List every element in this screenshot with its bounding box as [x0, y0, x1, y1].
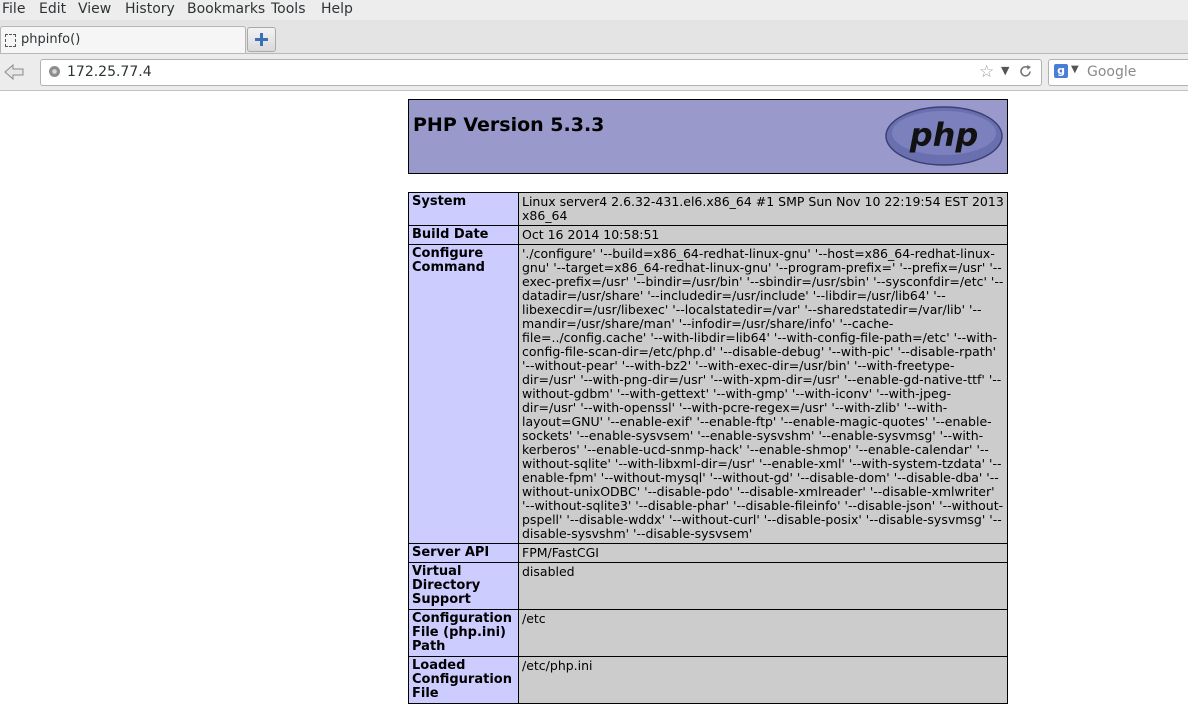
table-row: System Linux server4 2.6.32-431.el6.x86_…	[408, 192, 1008, 226]
url-text[interactable]: 172.25.77.4	[67, 64, 152, 80]
row-value: /etc/php.ini	[518, 656, 1008, 704]
tab-phpinfo[interactable]: phpinfo()	[0, 26, 246, 53]
table-row: Configuration File (php.ini) Path /etc	[408, 609, 1008, 657]
menu-bookmarks[interactable]: Bookmarks	[187, 1, 265, 17]
table-row: Configure Command './configure' '--build…	[408, 244, 1008, 544]
row-value: FPM/FastCGI	[518, 543, 1008, 563]
row-key: Configuration File (php.ini) Path	[408, 609, 519, 657]
table-row: Build Date Oct 16 2014 10:58:51	[408, 225, 1008, 245]
row-key: System	[408, 192, 519, 226]
row-key: Build Date	[408, 225, 519, 245]
tab-bar: phpinfo()	[0, 20, 1188, 54]
table-row: Loaded Configuration File /etc/php.ini	[408, 656, 1008, 704]
page-title: PHP Version 5.3.3	[413, 114, 605, 136]
row-value: './configure' '--build=x86_64-redhat-lin…	[518, 244, 1008, 544]
logo-text: php	[909, 116, 979, 154]
tab-title: phpinfo()	[21, 32, 81, 47]
navigation-bar: 172.25.77.4 ☆ ▼ g ▼ Google	[0, 54, 1188, 91]
row-value: Linux server4 2.6.32-431.el6.x86_64 #1 S…	[518, 192, 1008, 226]
row-key: Loaded Configuration File	[408, 656, 519, 704]
row-key: Configure Command	[408, 244, 519, 544]
php-header: PHP Version 5.3.3 php	[408, 99, 1008, 174]
globe-icon	[49, 66, 60, 77]
menu-tools[interactable]: Tools	[271, 1, 306, 17]
menu-help[interactable]: Help	[321, 1, 353, 17]
plus-icon	[255, 33, 268, 46]
back-arrow-icon	[4, 63, 24, 81]
row-value: Oct 16 2014 10:58:51	[518, 225, 1008, 245]
page-icon	[5, 34, 16, 47]
bookmark-star-icon[interactable]: ☆	[979, 62, 994, 82]
page-content: PHP Version 5.3.3 php System Linux serve…	[0, 91, 1188, 721]
php-logo-icon: php	[885, 106, 1003, 166]
url-bar[interactable]: 172.25.77.4 ☆ ▼	[40, 59, 1042, 86]
menu-history[interactable]: History	[125, 1, 175, 17]
search-bar[interactable]: g ▼ Google	[1048, 59, 1188, 86]
menu-view[interactable]: View	[78, 1, 111, 17]
row-value: disabled	[518, 562, 1008, 610]
back-button[interactable]	[3, 62, 27, 82]
row-key: Server API	[408, 543, 519, 563]
reload-icon[interactable]	[1017, 63, 1034, 80]
new-tab-button[interactable]	[247, 27, 276, 52]
menu-bar: File Edit View History Bookmarks Tools H…	[0, 0, 1188, 20]
row-key: Virtual Directory Support	[408, 562, 519, 610]
table-row: Server API FPM/FastCGI	[408, 543, 1008, 563]
google-engine-icon[interactable]: g	[1054, 64, 1068, 78]
table-row: Virtual Directory Support disabled	[408, 562, 1008, 610]
php-info-table: System Linux server4 2.6.32-431.el6.x86_…	[408, 192, 1008, 704]
search-placeholder[interactable]: Google	[1087, 64, 1136, 80]
menu-file[interactable]: File	[2, 1, 25, 17]
url-dropdown-icon[interactable]: ▼	[1001, 64, 1009, 77]
row-value: /etc	[518, 609, 1008, 657]
engine-dropdown-icon[interactable]: ▼	[1071, 64, 1079, 75]
menu-edit[interactable]: Edit	[39, 1, 66, 17]
